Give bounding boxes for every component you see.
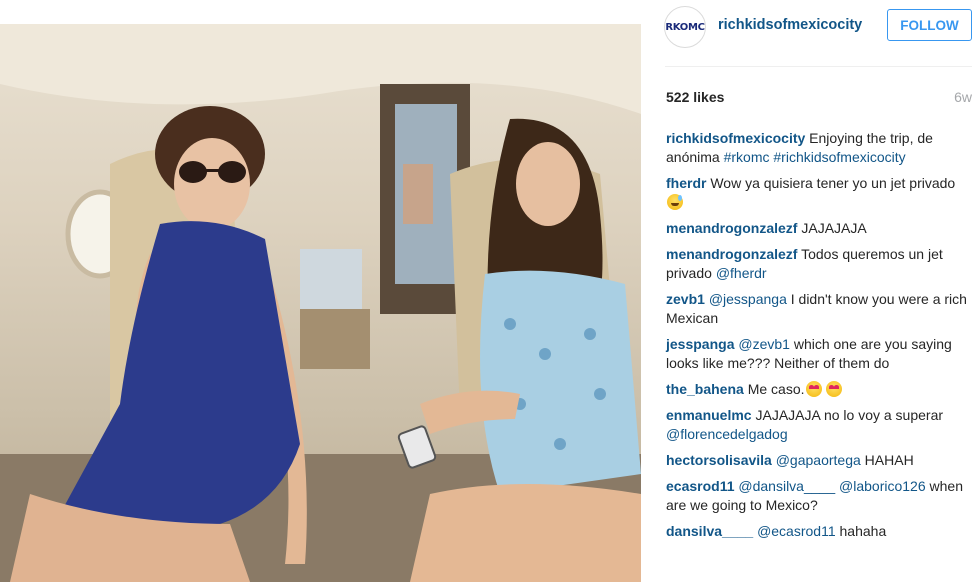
comment-list: richkidsofmexicocity Enjoying the trip, … bbox=[666, 129, 972, 548]
comment-item: enmanuelmc JAJAJAJA no lo voy a superar … bbox=[666, 406, 972, 444]
comment-item: the_bahena Me caso. bbox=[666, 380, 972, 399]
comment-item: ecasrod11 @dansilva____ @laborico126 whe… bbox=[666, 477, 972, 515]
comment-username[interactable]: dansilva____ bbox=[666, 523, 753, 539]
avatar-logo-text: RKOMC bbox=[665, 21, 705, 33]
comment-item: hectorsolisavila @gapaortega HAHAH bbox=[666, 451, 972, 470]
comment-text: Me caso. bbox=[743, 381, 805, 397]
sweat-emoji-icon bbox=[667, 194, 683, 210]
comment-username[interactable]: ecasrod11 bbox=[666, 478, 735, 494]
comment-item: zevb1 @jesspanga I didn't know you were … bbox=[666, 290, 972, 328]
comment-mention-link[interactable]: #rkomc bbox=[724, 149, 770, 165]
avatar[interactable]: RKOMC bbox=[664, 6, 706, 48]
comment-item: jesspanga @zevb1 which one are you sayin… bbox=[666, 335, 972, 373]
comment-item: richkidsofmexicocity Enjoying the trip, … bbox=[666, 129, 972, 167]
comment-item: dansilva____ @ecasrod11 hahaha bbox=[666, 522, 972, 541]
comment-text: HAHAH bbox=[860, 452, 914, 468]
comment-username[interactable]: enmanuelmc bbox=[666, 407, 752, 423]
comment-mention-link[interactable]: @dansilva____ bbox=[738, 478, 835, 494]
comment-text: JAJAJAJA no lo voy a superar bbox=[751, 407, 944, 423]
comment-text bbox=[822, 381, 826, 397]
comment-username[interactable]: fherdr bbox=[666, 175, 706, 191]
comment-mention-link[interactable]: #richkidsofmexicocity bbox=[773, 149, 905, 165]
comment-username[interactable]: hectorsolisavila bbox=[666, 452, 772, 468]
comment-username[interactable]: menandrogonzalezf bbox=[666, 220, 797, 236]
comment-item: fherdr Wow ya quisiera tener yo un jet p… bbox=[666, 174, 972, 212]
post-photo[interactable] bbox=[0, 24, 641, 582]
comment-text: hahaha bbox=[835, 523, 887, 539]
post-timestamp[interactable]: 6w bbox=[954, 89, 972, 105]
comment-username[interactable]: menandrogonzalezf bbox=[666, 246, 797, 262]
follow-button[interactable]: FOLLOW bbox=[887, 9, 972, 41]
comment-username[interactable]: the_bahena bbox=[666, 381, 744, 397]
jet-cabin-illustration bbox=[0, 24, 641, 582]
comment-text: Wow ya quisiera tener yo un jet privado bbox=[706, 175, 956, 191]
comment-mention-link[interactable]: @laborico126 bbox=[839, 478, 926, 494]
comment-mention-link[interactable]: @ecasrod11 bbox=[757, 523, 836, 539]
comment-mention-link[interactable]: @florencedelgadog bbox=[666, 426, 788, 442]
comment-username[interactable]: zevb1 bbox=[666, 291, 705, 307]
comment-mention-link[interactable]: @jesspanga bbox=[709, 291, 787, 307]
heart-eyes-emoji-icon bbox=[826, 381, 843, 397]
comment-item: menandrogonzalezf JAJAJAJA bbox=[666, 219, 972, 238]
post-header: RKOMC richkidsofmexicocity FOLLOW bbox=[641, 0, 980, 67]
like-count[interactable]: 522 likes bbox=[666, 89, 724, 105]
heart-eyes-emoji-icon bbox=[805, 381, 822, 397]
header-divider bbox=[665, 66, 972, 67]
comment-mention-link[interactable]: @zevb1 bbox=[738, 336, 790, 352]
comment-username[interactable]: jesspanga bbox=[666, 336, 734, 352]
post-sidebar: RKOMC richkidsofmexicocity FOLLOW 522 li… bbox=[641, 0, 980, 582]
post-username[interactable]: richkidsofmexicocity bbox=[718, 17, 862, 33]
comment-mention-link[interactable]: @fherdr bbox=[716, 265, 767, 281]
comment-text: JAJAJAJA bbox=[797, 220, 867, 236]
comment-item: menandrogonzalezf Todos queremos un jet … bbox=[666, 245, 972, 283]
comment-username[interactable]: richkidsofmexicocity bbox=[666, 130, 805, 146]
comment-mention-link[interactable]: @gapaortega bbox=[776, 452, 861, 468]
